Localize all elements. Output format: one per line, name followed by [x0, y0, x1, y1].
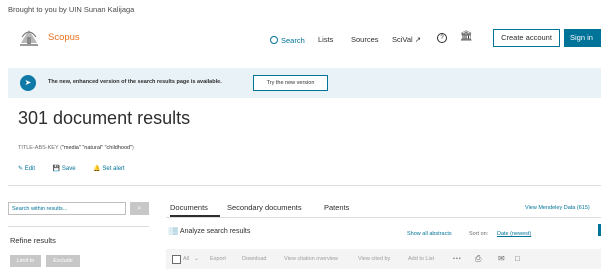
export-button[interactable]: Export: [210, 256, 226, 262]
view-cited-by-button[interactable]: View cited by: [358, 256, 390, 262]
limit-to-button[interactable]: Limit to: [10, 255, 41, 267]
sidebar-divider: [8, 226, 149, 227]
create-account-button[interactable]: Create account: [493, 29, 560, 47]
sort-dropdown[interactable]: Date (newest): [497, 231, 531, 237]
tab-documents[interactable]: Documents: [170, 203, 208, 212]
scopus-brand-link[interactable]: Scopus: [48, 32, 80, 43]
search-icon: [270, 36, 278, 44]
download-button[interactable]: Download: [242, 256, 266, 262]
sort-label: Sort on:: [469, 231, 489, 237]
nav-sources[interactable]: Sources: [351, 35, 379, 44]
bar-chart-icon: ░▒: [168, 228, 178, 235]
select-all-checkbox[interactable]: [172, 255, 181, 264]
institution-icon[interactable]: 🏛: [460, 31, 473, 42]
search-query: TITLE-ABS-KEY ("media" "natural" "childh…: [18, 145, 134, 151]
show-all-abstracts-link[interactable]: Show all abstracts: [407, 231, 452, 237]
banner-text: The new, enhanced version of the search …: [48, 79, 222, 85]
sign-in-button[interactable]: Sign in: [564, 29, 601, 47]
save-query-button[interactable]: 💾 Save: [53, 166, 84, 172]
more-options-icon[interactable]: •••: [453, 256, 462, 262]
compass-icon: ➤: [20, 75, 36, 91]
select-all-label[interactable]: All: [183, 256, 189, 262]
analyze-search-results-link[interactable]: ░▒ Analyze search results: [168, 228, 250, 235]
email-icon[interactable]: ✉: [498, 254, 505, 263]
brought-to-you-text: Brought to you by UIN Sunan Kalijaga: [8, 5, 135, 14]
elsevier-logo[interactable]: [18, 27, 40, 47]
search-within-results-input[interactable]: Search within results...: [8, 202, 126, 215]
nav-scival[interactable]: SciVal ↗: [392, 35, 421, 44]
try-new-version-button[interactable]: Try the new version: [253, 75, 328, 91]
nav-search[interactable]: Search: [270, 35, 305, 45]
divider: [8, 185, 601, 186]
exclude-button[interactable]: Exclude: [46, 255, 80, 267]
analyze-label: Analyze search results: [179, 228, 251, 235]
set-alert-button[interactable]: 🔔 Set alert: [93, 166, 133, 172]
view-citation-overview-button[interactable]: View citation overview: [284, 256, 338, 262]
nav-search-label: Search: [281, 36, 305, 45]
help-icon[interactable]: ?: [437, 33, 447, 43]
query-actions: ✎ Edit 💾 Save 🔔 Set alert: [18, 165, 141, 172]
tabs-divider: [166, 217, 601, 218]
query-terms: "media" "natural" "childhood": [61, 145, 133, 151]
edit-label: Edit: [24, 166, 36, 172]
search-within-button[interactable]: ⌕: [130, 202, 149, 215]
save-label: Save: [61, 166, 76, 172]
query-suffix: ): [132, 145, 134, 151]
edit-query-button[interactable]: ✎ Edit: [18, 166, 43, 172]
tab-patents[interactable]: Patents: [324, 203, 349, 212]
chevron-down-icon[interactable]: ⌄: [194, 255, 199, 262]
refine-results-heading: Refine results: [10, 236, 56, 245]
view-mendeley-data-link[interactable]: View Mendeley Data (615): [525, 205, 590, 211]
print-icon[interactable]: ⎙: [475, 254, 481, 264]
tab-secondary-documents[interactable]: Secondary documents: [227, 203, 302, 212]
bibliography-icon[interactable]: □: [515, 254, 520, 263]
add-to-list-button[interactable]: Add to List: [408, 256, 434, 262]
query-prefix: TITLE-ABS-KEY (: [18, 145, 62, 151]
nav-lists[interactable]: Lists: [318, 35, 333, 44]
set-alert-label: Set alert: [102, 166, 125, 172]
page-title: 301 document results: [18, 108, 191, 128]
